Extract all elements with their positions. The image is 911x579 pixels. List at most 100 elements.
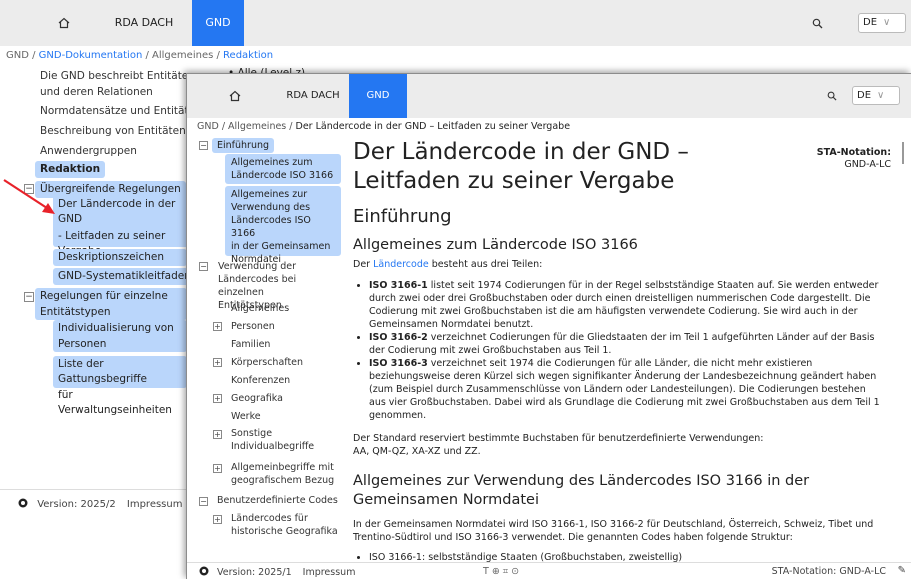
sidebar-item-families[interactable]: Familien: [231, 338, 270, 351]
sidebar-item-generic-terms[interactable]: Liste der Gattungsbegriffe für Verwaltun…: [53, 356, 187, 416]
sidebar-item-general-terms-line2: geografischem Bezug: [231, 475, 335, 486]
list-item-term: ISO 3166-2: [369, 332, 428, 343]
front-sidebar: − Einführung Allgemeines zum Ländercode …: [187, 136, 343, 556]
iso-parts-list: ISO 3166-1 listet seit 1974 Codierungen …: [353, 279, 883, 422]
pencil-icon[interactable]: ✎: [898, 565, 906, 576]
sta-notation-label: STA-Notation:: [816, 147, 891, 158]
breadcrumb: GND / Allgemeines / Der Ländercode in de…: [197, 121, 571, 132]
back-footer: Version: 2025/2 Impressum: [18, 498, 182, 510]
sidebar-item-introduction[interactable]: Einführung: [212, 138, 274, 153]
sidebar-item-works[interactable]: Werke: [231, 410, 261, 423]
sidebar-item-general-terms[interactable]: Allgemeinbegriffe mit geografischem Bezu…: [231, 461, 334, 487]
sidebar-item-usage-general-line3: Ländercodes ISO 3166: [231, 215, 311, 239]
chevron-down-icon: ∨: [883, 17, 891, 28]
sidebar-item-entity-rules-line2: Entitätstypen: [40, 306, 111, 318]
page-title-line1: Der Ländercode in der GND –: [353, 139, 689, 165]
sidebar-item-corporate-bodies[interactable]: Körperschaften: [231, 356, 303, 369]
sidebar-item-general[interactable]: Allgemeines: [231, 302, 289, 315]
sidebar-item-usage-general-line4: in der Gemeinsamen: [231, 241, 331, 252]
version-label[interactable]: Version: 2025/1: [217, 567, 292, 578]
heading-iso-general: Allgemeines zum Ländercode ISO 3166: [353, 237, 638, 253]
sidebar-item-other-individual[interactable]: Sonstige Individualbegriffe: [231, 427, 314, 453]
sidebar-item-iso-general-line1: Allgemeines zum: [231, 157, 313, 168]
expand-toggle-icon[interactable]: +: [213, 394, 222, 403]
sidebar-item-generic-terms-line1: Liste der Gattungsbegriffe: [58, 358, 147, 385]
breadcrumb-root[interactable]: GND: [197, 121, 219, 132]
search-icon[interactable]: [827, 74, 837, 118]
text-fragment: Der: [353, 259, 374, 270]
text-fragment: AA, QM-QZ, XA-XZ und ZZ.: [353, 446, 481, 457]
breadcrumb-current[interactable]: Redaktion: [223, 50, 273, 61]
footer-left: Version: 2025/1 Impressum: [199, 566, 355, 578]
language-select[interactable]: DE ∨: [858, 13, 906, 33]
text-fragment: Der Standard reserviert bestimmte Buchst…: [353, 433, 764, 444]
sidebar-item-historic-codes[interactable]: Ländercodes für historische Geografika: [231, 512, 338, 538]
expand-toggle-icon[interactable]: +: [213, 430, 222, 439]
version-label[interactable]: Version: 2025/2: [37, 499, 116, 510]
breadcrumb-general[interactable]: Allgemeines: [228, 121, 286, 132]
sidebar-item-usage-general[interactable]: Allgemeines zur Verwendung des Ländercod…: [225, 186, 341, 265]
sidebar-item-individualization[interactable]: Individualisierung von Personen: [53, 320, 187, 352]
list-item-term: ISO 3166-1: [369, 280, 428, 291]
chevron-down-icon: ∨: [877, 90, 885, 101]
github-icon[interactable]: [18, 498, 31, 510]
breadcrumb-separator: /: [213, 50, 224, 61]
nav-link-gnd[interactable]: GND: [192, 0, 244, 46]
collapse-toggle-icon[interactable]: −: [199, 141, 208, 150]
sidebar-item-historic-codes-line2: historische Geografika: [231, 526, 338, 537]
sidebar-item-individualization-line1: Individualisierung von: [58, 322, 174, 334]
sidebar-item-individualization-line2: Personen: [58, 338, 107, 350]
expand-toggle-icon[interactable]: +: [213, 358, 222, 367]
sidebar-item-country-code[interactable]: Der Ländercode in der GND - Leitfaden zu…: [53, 195, 195, 257]
sidebar-item-entity-usage-line2: Ländercodes bei einzelnen: [218, 274, 297, 298]
list-item-text: listet seit 1974 Codierungen für in der …: [369, 280, 879, 330]
sidebar-item-iso-general-line2: Ländercode ISO 3166: [231, 170, 334, 181]
collapse-toggle-icon[interactable]: −: [199, 497, 208, 506]
nav-link-rda-dach[interactable]: RDA DACH: [267, 74, 359, 118]
list-item-text: verzeichnet Codierungen für die Gliedsta…: [369, 332, 875, 356]
list-item-term: ISO 3166-3: [369, 358, 428, 369]
breadcrumb-current: Der Ländercode in der GND – Leitfaden zu…: [295, 121, 571, 132]
sidebar-item-iso-general[interactable]: Allgemeines zum Ländercode ISO 3166: [225, 154, 341, 184]
language-select[interactable]: DE ∨: [852, 86, 900, 105]
sidebar-item-other-individual-line1: Sonstige: [231, 428, 273, 439]
list-item: ISO 3166-2 verzeichnet Codierungen für d…: [369, 331, 883, 357]
scrollbar[interactable]: [902, 142, 904, 164]
collapse-toggle-icon[interactable]: −: [199, 262, 208, 271]
front-window: RDA DACH GND DE ∨ GND / Allgemeines / Der…: [186, 73, 911, 579]
sidebar-item-persons[interactable]: Personen: [231, 320, 275, 333]
search-icon[interactable]: [812, 0, 823, 46]
sidebar-item-historic-codes-line1: Ländercodes für: [231, 513, 308, 524]
expand-toggle-icon[interactable]: +: [213, 464, 222, 473]
expand-toggle-icon[interactable]: +: [213, 322, 222, 331]
sidebar-item-entity-rules[interactable]: Regelungen für einzelne Entitätstypen: [35, 288, 187, 320]
language-value: DE: [863, 17, 878, 28]
home-icon[interactable]: [223, 74, 247, 118]
usage-paragraph: In der Gemeinsamen Normdatei wird ISO 31…: [353, 519, 874, 543]
collapse-toggle-icon[interactable]: −: [24, 292, 34, 302]
github-icon[interactable]: [199, 566, 212, 578]
footer-divider: [0, 489, 195, 490]
sidebar-item-descriptors[interactable]: Deskriptionszeichen: [53, 249, 187, 266]
sidebar-item-general-terms-line1: Allgemeinbegriffe mit: [231, 462, 334, 473]
language-value: DE: [857, 90, 872, 101]
sidebar-item-usage-general-line1: Allgemeines zur: [231, 189, 308, 200]
intro-paragraph: Der Ländercode besteht aus drei Teilen:: [353, 258, 883, 271]
footer-toolbar-icons[interactable]: T ⊕ ⌗ ⊙: [483, 566, 519, 577]
imprint-link[interactable]: Impressum: [303, 567, 356, 578]
sidebar-item-entity-usage-line1: Verwendung der: [218, 261, 297, 272]
sidebar-item-conferences[interactable]: Konferenzen: [231, 374, 290, 387]
country-code-link[interactable]: Ländercode: [373, 259, 429, 270]
expand-toggle-icon[interactable]: +: [213, 515, 222, 524]
sidebar-item-geographic[interactable]: Geografika: [231, 392, 283, 405]
imprint-link[interactable]: Impressum: [127, 499, 183, 510]
front-footer: Version: 2025/1 Impressum T ⊕ ⌗ ⊙ STA-No…: [187, 562, 911, 579]
page-title-line2: Leitfaden zu seiner Vergabe: [353, 168, 675, 194]
footer-sta-notation: STA-Notation: GND-A-LC: [771, 566, 886, 577]
sidebar-item-systematics[interactable]: GND-Systematikleitfaden: [53, 268, 196, 285]
nav-link-gnd[interactable]: GND: [349, 74, 407, 118]
sta-notation: STA-Notation: GND-A-LC: [799, 147, 891, 171]
sidebar-item-usage-general-line2: Verwendung des: [231, 202, 311, 213]
sidebar-item-user-defined[interactable]: Benutzerdefinierte Codes: [217, 494, 338, 507]
reserved-paragraph: Der Standard reserviert bestimmte Buchst…: [353, 432, 883, 458]
